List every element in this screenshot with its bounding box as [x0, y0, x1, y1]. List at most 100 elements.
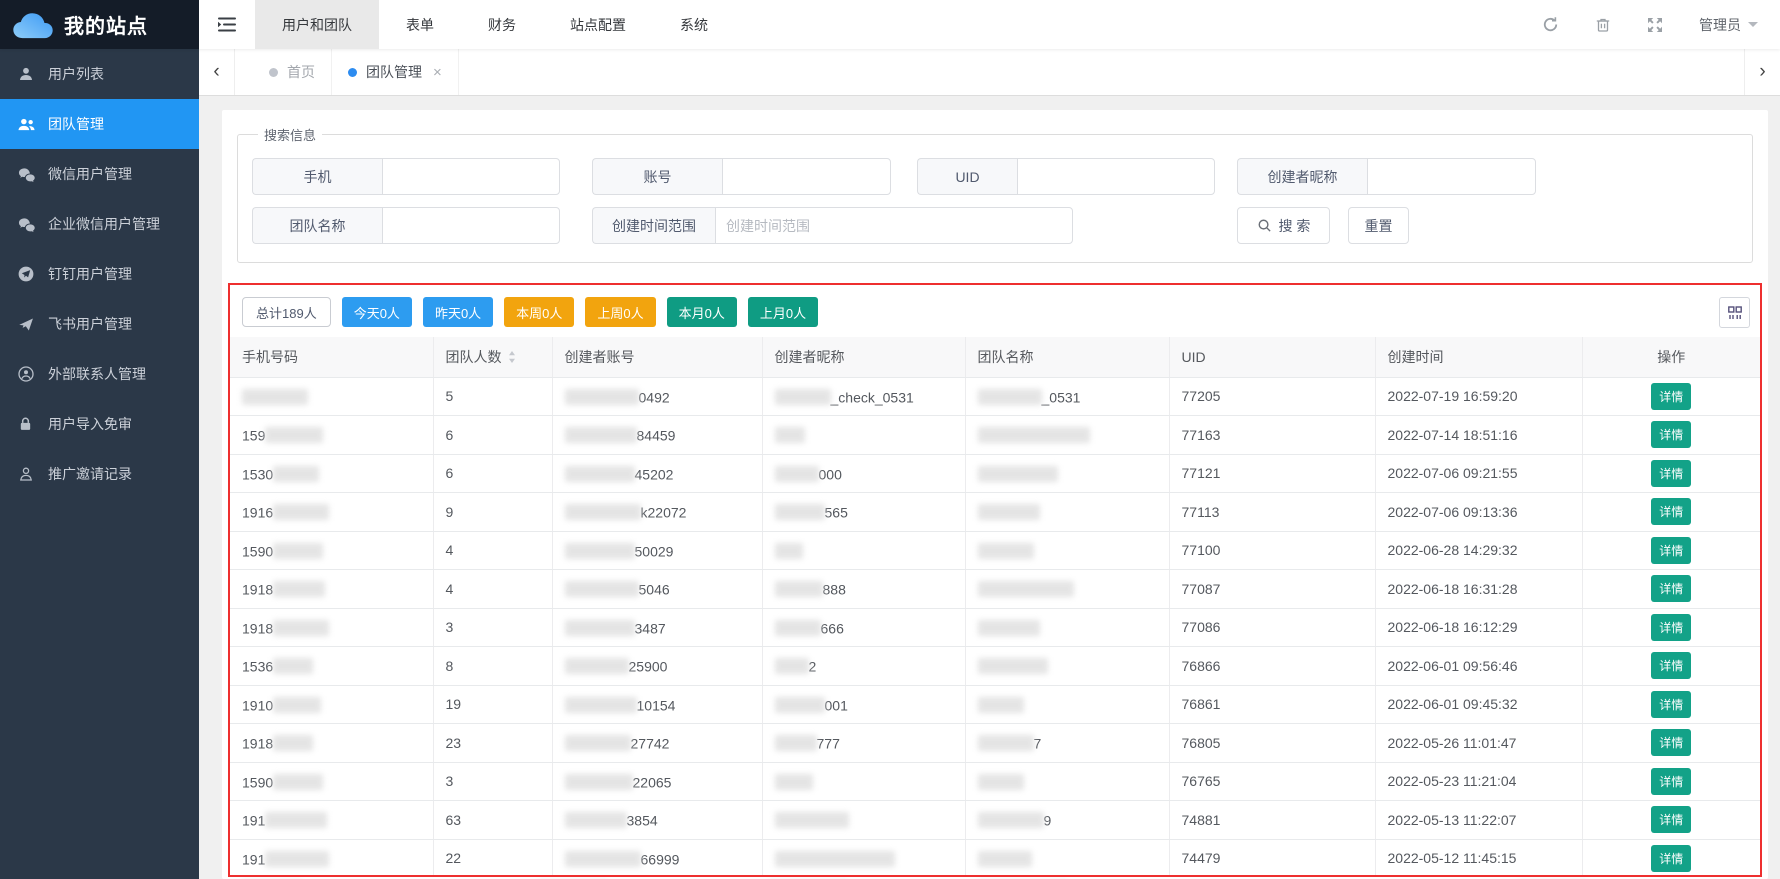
creator-nickname-cell: 565 [762, 493, 965, 532]
created-time-cell: 2022-06-01 09:45:32 [1375, 685, 1582, 724]
detail-button[interactable]: 详情 [1651, 575, 1691, 602]
detail-button[interactable]: 详情 [1651, 498, 1691, 525]
sidebar-item[interactable]: 微信用户管理 [0, 149, 199, 199]
refresh-icon[interactable] [1542, 16, 1559, 33]
top-nav-tab[interactable]: 财务 [461, 0, 543, 49]
top-nav-tab[interactable]: 系统 [653, 0, 735, 49]
redacted-text [565, 543, 635, 559]
detail-button[interactable]: 详情 [1651, 806, 1691, 833]
uid-cell: 74881 [1169, 801, 1375, 840]
creator-nickname-input[interactable] [1367, 158, 1536, 195]
top-bar: 我的站点 用户和团队表单财务站点配置系统 [0, 0, 1780, 49]
uid-cell: 77100 [1169, 531, 1375, 570]
redacted-text [273, 466, 319, 482]
detail-button[interactable]: 详情 [1651, 614, 1691, 641]
stat-badge[interactable]: 今天0人 [342, 297, 412, 327]
detail-button[interactable]: 详情 [1651, 691, 1691, 718]
table-row: 1590450029771002022-06-28 14:29:32详情 [230, 531, 1760, 570]
page-tab[interactable]: 首页 [253, 49, 332, 95]
stat-badge[interactable]: 上周0人 [585, 297, 655, 327]
redacted-text [565, 427, 637, 443]
cell-text: 2 [809, 658, 817, 674]
top-nav-tab[interactable]: 表单 [379, 0, 461, 49]
fullscreen-icon[interactable] [1647, 17, 1663, 33]
detail-button[interactable]: 详情 [1651, 460, 1691, 487]
redacted-text [265, 851, 329, 867]
sidebar-item[interactable]: 用户导入免审 [0, 399, 199, 449]
table-column-header[interactable]: 团队人数 [433, 337, 552, 377]
sidebar-item[interactable]: 企业微信用户管理 [0, 199, 199, 249]
phone-input[interactable] [382, 158, 560, 195]
created-range-input[interactable] [715, 207, 1073, 244]
sidebar-item-label: 钉钉用户管理 [48, 264, 132, 284]
created-range-field-label: 创建时间范围 [592, 207, 715, 244]
sidebar-item[interactable]: 钉钉用户管理 [0, 249, 199, 299]
redacted-text [775, 735, 817, 751]
account-input[interactable] [722, 158, 891, 195]
created-time-cell: 2022-07-19 16:59:20 [1375, 377, 1582, 416]
sidebar-item[interactable]: 用户列表 [0, 49, 199, 99]
trash-icon[interactable] [1595, 16, 1611, 33]
top-nav-tab[interactable]: 站点配置 [543, 0, 653, 49]
page-tab[interactable]: 团队管理× [332, 49, 459, 95]
redacted-text [978, 504, 1040, 520]
admin-dropdown[interactable]: 管理员 [1699, 15, 1758, 35]
menu-fold-icon[interactable] [199, 0, 255, 49]
detail-button[interactable]: 详情 [1651, 383, 1691, 410]
uid-input[interactable] [1017, 158, 1215, 195]
created-time-cell: 2022-07-06 09:13:36 [1375, 493, 1582, 532]
uid-cell: 74479 [1169, 839, 1375, 877]
tabs-scroll-left-icon[interactable]: ‹ [199, 49, 235, 95]
team-name-cell [965, 685, 1169, 724]
tab-close-icon[interactable]: × [433, 64, 442, 81]
sort-icon[interactable] [508, 351, 516, 363]
created-time-cell: 2022-06-18 16:31:28 [1375, 570, 1582, 609]
cell-text: 1918 [242, 581, 273, 597]
stat-badge[interactable]: 本周0人 [504, 297, 574, 327]
creator-nickname-cell: 000 [762, 454, 965, 493]
redacted-text [775, 427, 805, 443]
team-name-input[interactable] [382, 207, 560, 244]
sidebar-item-label: 企业微信用户管理 [48, 214, 160, 234]
redacted-text [273, 620, 329, 636]
column-settings-button[interactable] [1719, 297, 1750, 328]
team-table: 手机号码团队人数创建者账号创建者昵称团队名称UID创建时间操作 50492_ch… [230, 337, 1760, 877]
content-panel: 搜索信息 手机 账号 UID 创建者昵称 [222, 110, 1768, 879]
stat-badge[interactable]: 本月0人 [667, 297, 737, 327]
tabs-scroll-right-icon[interactable]: › [1744, 49, 1780, 95]
creator-account-cell: 27742 [552, 724, 762, 763]
stat-badge[interactable]: 上月0人 [748, 297, 818, 327]
sidebar-item[interactable]: 外部联系人管理 [0, 349, 199, 399]
redacted-text [775, 620, 821, 636]
top-nav-tab[interactable]: 用户和团队 [255, 0, 379, 49]
detail-button[interactable]: 详情 [1651, 729, 1691, 756]
detail-button[interactable]: 详情 [1651, 652, 1691, 679]
creator-nickname-cell: 001 [762, 685, 965, 724]
sidebar-item[interactable]: 推广邀请记录 [0, 449, 199, 499]
redacted-text [565, 504, 641, 520]
phone-cell: 1918 [230, 570, 433, 609]
table-column-header: 手机号码 [230, 337, 433, 377]
redacted-text [565, 581, 639, 597]
detail-button[interactable]: 详情 [1651, 845, 1691, 872]
creator-nickname-cell [762, 531, 965, 570]
stat-badge[interactable]: 昨天0人 [423, 297, 493, 327]
detail-button[interactable]: 详情 [1651, 537, 1691, 564]
reset-button[interactable]: 重置 [1348, 207, 1409, 244]
search-button[interactable]: 搜 索 [1237, 207, 1330, 244]
redacted-text [565, 697, 637, 713]
detail-button[interactable]: 详情 [1651, 421, 1691, 448]
team-size-cell: 5 [433, 377, 552, 416]
user-circle-icon [18, 366, 35, 383]
redacted-text [978, 581, 1074, 597]
stat-badge[interactable]: 总计189人 [242, 297, 331, 327]
sidebar-item[interactable]: 团队管理 [0, 99, 199, 149]
uid-cell: 76866 [1169, 647, 1375, 686]
sidebar-item[interactable]: 飞书用户管理 [0, 299, 199, 349]
redacted-text [565, 389, 639, 405]
tab-status-dot-icon [269, 68, 278, 77]
detail-button[interactable]: 详情 [1651, 768, 1691, 795]
sidebar: 用户列表团队管理微信用户管理企业微信用户管理钉钉用户管理飞书用户管理外部联系人管… [0, 49, 199, 879]
cell-text: 191 [242, 851, 265, 867]
redacted-text [978, 697, 1024, 713]
